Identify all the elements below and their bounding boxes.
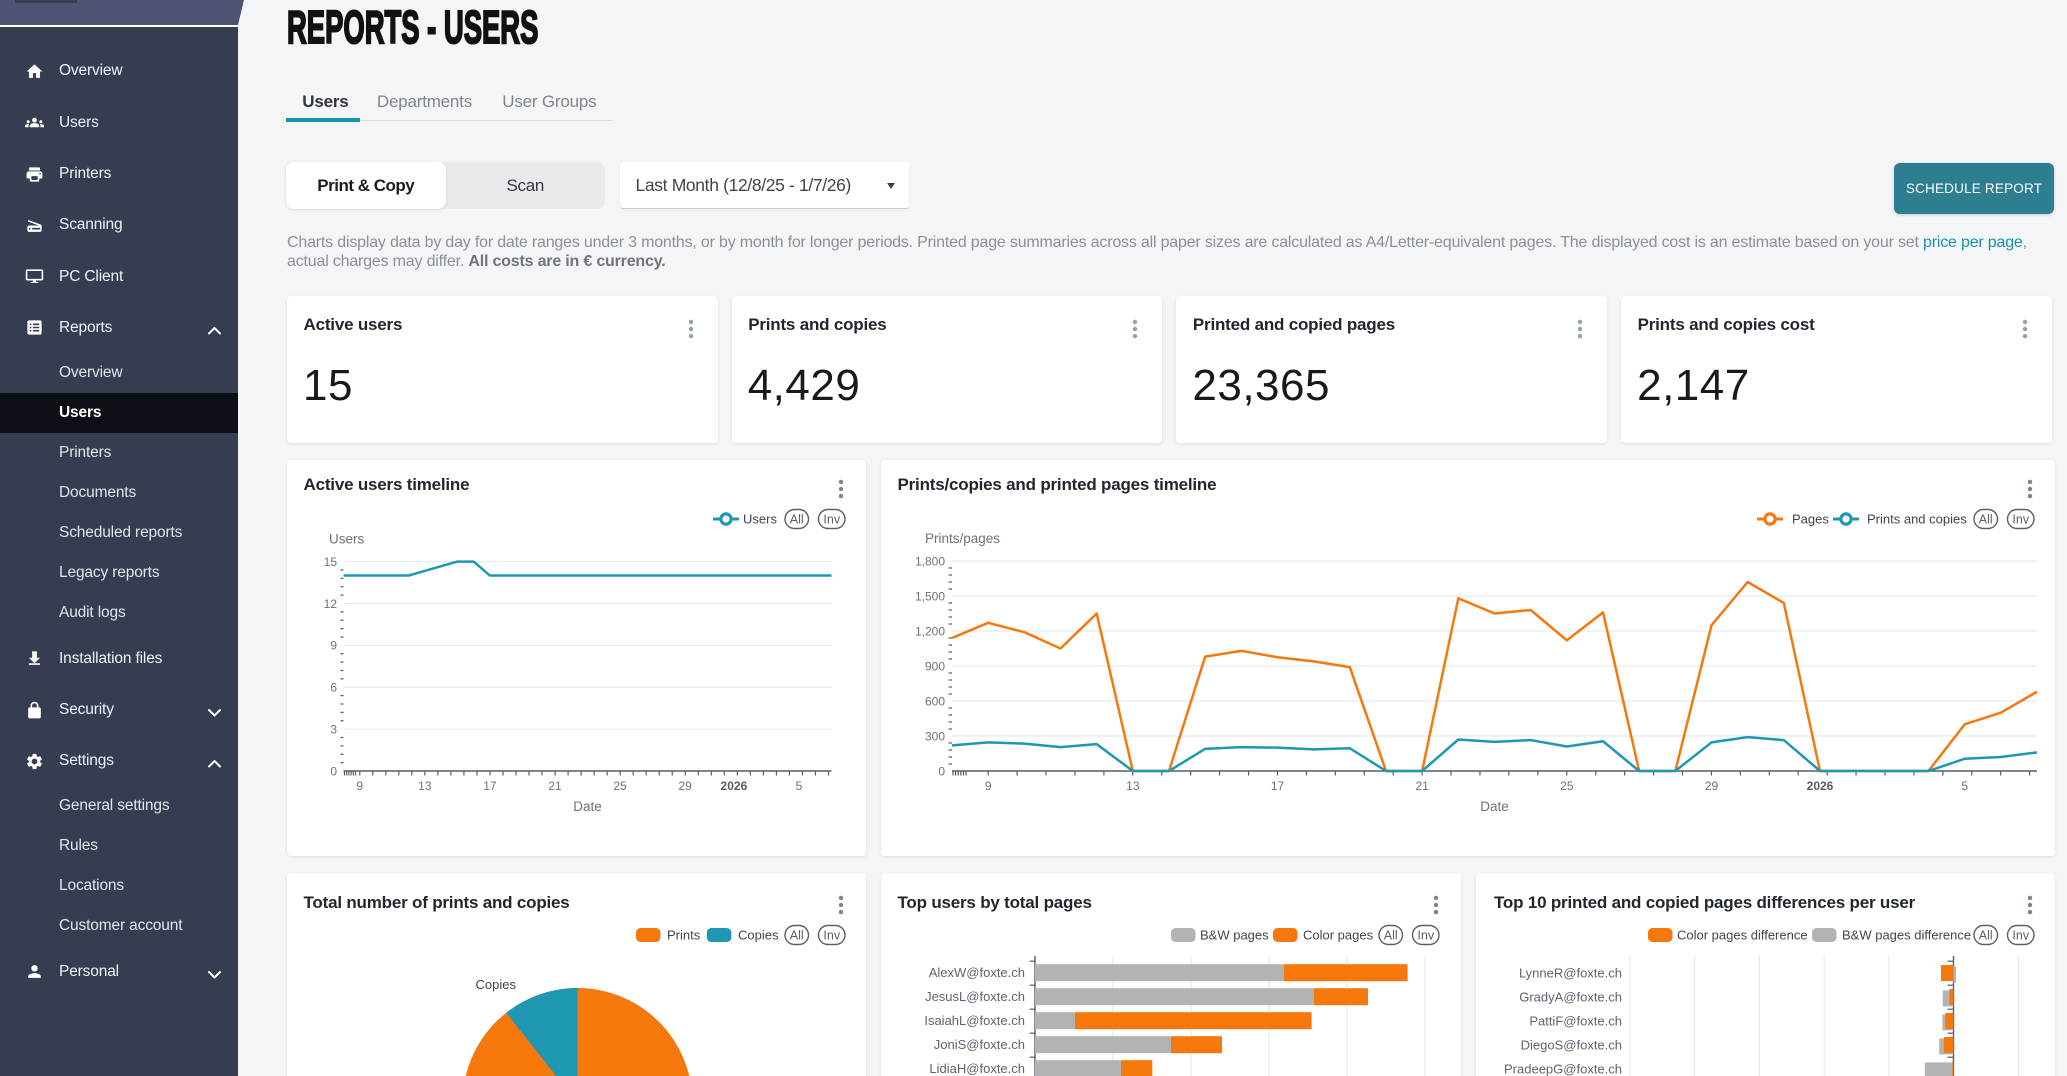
svg-text:AlexW@foxte.ch: AlexW@foxte.ch <box>929 965 1025 980</box>
svg-text:Copies: Copies <box>476 977 517 992</box>
svg-text:29: 29 <box>1705 779 1719 793</box>
svg-text:1,200: 1,200 <box>915 624 945 638</box>
svg-text:B&W pages: B&W pages <box>1200 928 1269 943</box>
svg-text:17: 17 <box>1271 779 1285 793</box>
svg-text:IsaiahL@foxte.ch: IsaiahL@foxte.ch <box>924 1013 1025 1028</box>
svg-text:Prints and copies: Prints and copies <box>1867 512 1967 527</box>
svg-text:DiegoS@foxte.ch: DiegoS@foxte.ch <box>1521 1038 1622 1053</box>
svg-text:9: 9 <box>356 779 363 793</box>
svg-text:Users: Users <box>329 532 365 547</box>
svg-text:3: 3 <box>330 722 337 736</box>
svg-text:15: 15 <box>324 555 338 569</box>
svg-text:Prints/pages: Prints/pages <box>925 531 1000 546</box>
svg-text:Date: Date <box>1480 799 1509 814</box>
svg-text:Users: Users <box>743 512 777 527</box>
svg-text:Inv: Inv <box>2012 928 2029 942</box>
svg-text:300: 300 <box>925 729 945 743</box>
svg-text:All: All <box>1384 928 1398 942</box>
svg-text:Copies: Copies <box>738 928 779 943</box>
svg-text:JoniS@foxte.ch: JoniS@foxte.ch <box>934 1037 1025 1052</box>
svg-text:17: 17 <box>483 779 497 793</box>
svg-text:1,500: 1,500 <box>915 589 945 603</box>
svg-text:Color pages: Color pages <box>1303 928 1374 943</box>
svg-text:5: 5 <box>796 779 803 793</box>
svg-text:5: 5 <box>1961 779 1968 793</box>
svg-text:Inv: Inv <box>1417 928 1434 942</box>
svg-text:JesusL@foxte.ch: JesusL@foxte.ch <box>925 989 1025 1004</box>
svg-text:PattiF@foxte.ch: PattiF@foxte.ch <box>1529 1014 1622 1029</box>
svg-text:2026: 2026 <box>1807 779 1834 793</box>
svg-text:600: 600 <box>925 694 945 708</box>
svg-text:All: All <box>1979 928 1993 942</box>
svg-text:25: 25 <box>613 779 627 793</box>
svg-text:PradeepG@foxte.ch: PradeepG@foxte.ch <box>1504 1062 1622 1076</box>
svg-text:LynneR@foxte.ch: LynneR@foxte.ch <box>1519 966 1622 981</box>
svg-text:Color pages difference: Color pages difference <box>1677 928 1808 943</box>
svg-text:1,800: 1,800 <box>915 554 945 568</box>
svg-text:Date: Date <box>573 799 602 814</box>
svg-text:LidiaH@foxte.ch: LidiaH@foxte.ch <box>929 1061 1025 1076</box>
svg-text:6: 6 <box>330 681 337 695</box>
svg-text:Inv: Inv <box>823 512 840 526</box>
svg-text:Pages: Pages <box>1792 512 1829 527</box>
svg-text:B&W pages difference: B&W pages difference <box>1842 928 1971 943</box>
svg-text:25: 25 <box>1560 779 1574 793</box>
svg-text:GradyA@foxte.ch: GradyA@foxte.ch <box>1519 990 1622 1005</box>
svg-text:0: 0 <box>330 764 337 778</box>
svg-text:All: All <box>790 512 804 526</box>
svg-text:900: 900 <box>925 659 945 673</box>
svg-text:29: 29 <box>678 779 692 793</box>
svg-text:2026: 2026 <box>721 779 748 793</box>
svg-text:All: All <box>790 928 804 942</box>
svg-text:13: 13 <box>418 779 432 793</box>
svg-text:All: All <box>1979 512 1993 526</box>
svg-text:21: 21 <box>1415 779 1429 793</box>
svg-text:0: 0 <box>938 764 945 778</box>
svg-text:21: 21 <box>548 779 562 793</box>
svg-text:13: 13 <box>1126 779 1140 793</box>
svg-text:9: 9 <box>985 779 992 793</box>
svg-text:9: 9 <box>330 639 337 653</box>
svg-text:Prints: Prints <box>667 928 701 943</box>
svg-text:Inv: Inv <box>2012 512 2029 526</box>
svg-text:Inv: Inv <box>823 928 840 942</box>
svg-text:12: 12 <box>324 597 338 611</box>
